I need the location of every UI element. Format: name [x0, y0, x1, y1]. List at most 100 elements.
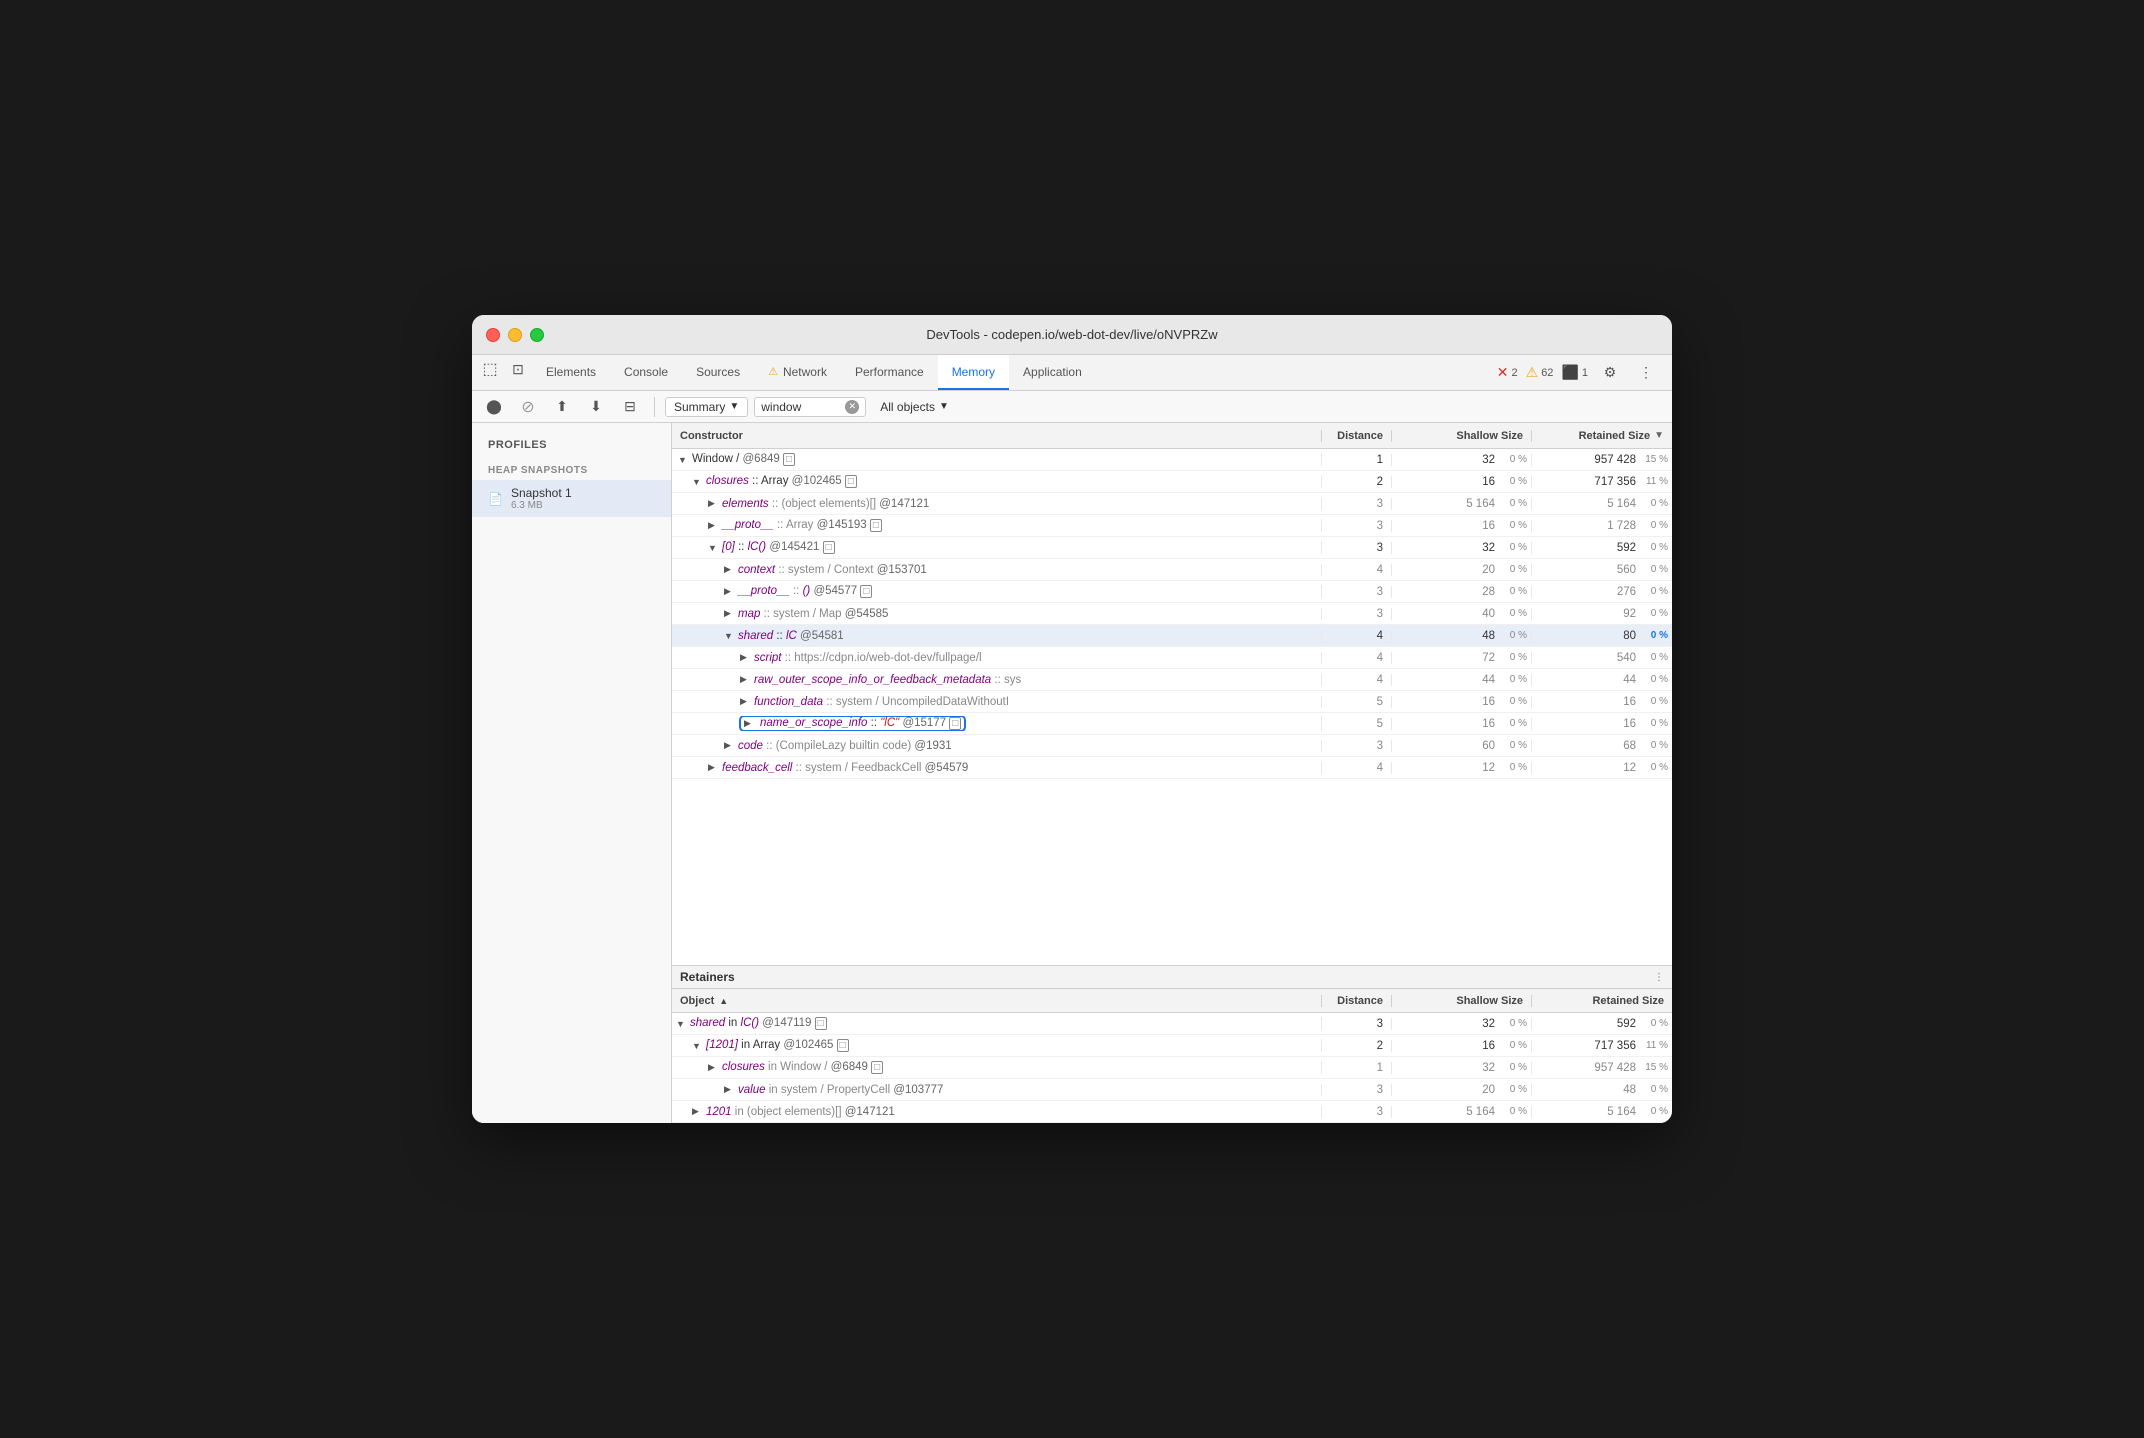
- record-button[interactable]: ⬤: [480, 393, 508, 421]
- tab-elements[interactable]: Elements: [532, 355, 610, 390]
- sidebar-item-snapshot1[interactable]: 📄 Snapshot 1 6.3 MB: [472, 480, 671, 517]
- table-row[interactable]: ▶ context :: system / Context @153701 4 …: [672, 559, 1672, 581]
- expand-icon[interactable]: ▼: [708, 543, 720, 553]
- table-row[interactable]: ▶ function_data :: system / UncompiledDa…: [672, 691, 1672, 713]
- cell-constructor: ▼ shared :: lC @54581: [672, 630, 1322, 642]
- main-content: Profiles HEAP SNAPSHOTS 📄 Snapshot 1 6.3…: [472, 423, 1672, 1123]
- cell-retained: 957 42815 %: [1532, 1062, 1672, 1074]
- cell-constructor: ▼ [0] :: lC() @145421 □: [672, 541, 1322, 554]
- expand-icon[interactable]: ▶: [740, 652, 752, 663]
- error-icon: ✕: [1497, 364, 1509, 381]
- table-row[interactable]: ▶ __proto__ :: () @54577 □ 3 280 % 2760 …: [672, 581, 1672, 603]
- table-row[interactable]: ▶ __proto__ :: Array @145193 □ 3 160 % 1…: [672, 515, 1672, 537]
- expand-icon[interactable]: ▶: [724, 564, 736, 575]
- cell-constructor: ▼ closures :: Array @102465 □: [672, 475, 1322, 488]
- table-row[interactable]: ▼ [1201] in Array @102465 □ 2 160 % 717 …: [672, 1035, 1672, 1057]
- sort-asc-icon: ▲: [719, 996, 728, 1006]
- expand-icon[interactable]: ▶: [708, 762, 720, 773]
- tab-memory[interactable]: Memory: [938, 355, 1009, 390]
- expand-icon[interactable]: ▶: [708, 1062, 720, 1073]
- table-row[interactable]: ▼ closures :: Array @102465 □ 2 160 % 71…: [672, 471, 1672, 493]
- settings-icon[interactable]: ⚙: [1596, 359, 1624, 387]
- ret-header-distance: Distance: [1322, 995, 1392, 1007]
- device-icon[interactable]: ⊡: [504, 355, 532, 383]
- table-row[interactable]: ▼ [0] :: lC() @145421 □ 3 320 % 5920 %: [672, 537, 1672, 559]
- cell-distance: 4: [1322, 652, 1392, 664]
- expand-icon[interactable]: ▶: [692, 1106, 704, 1117]
- main-table-header: Constructor Distance Shallow Size Retain…: [672, 423, 1672, 449]
- table-row-name-scope[interactable]: ▶ name_or_scope_info :: "lC" @15177 □ 5 …: [672, 713, 1672, 735]
- table-row[interactable]: ▶ code :: (CompileLazy builtin code) @19…: [672, 735, 1672, 757]
- cell-constructor: ▶ map :: system / Map @54585: [672, 608, 1322, 620]
- expand-icon[interactable]: ▼: [692, 477, 704, 487]
- table-row[interactable]: ▶ map :: system / Map @54585 3 400 % 920…: [672, 603, 1672, 625]
- expand-icon[interactable]: ▶: [708, 498, 720, 509]
- title-bar: DevTools - codepen.io/web-dot-dev/live/o…: [472, 315, 1672, 355]
- cell-shallow: 5 1640 %: [1392, 1106, 1532, 1118]
- snapshot-info: Snapshot 1 6.3 MB: [511, 486, 572, 511]
- expand-icon[interactable]: ▼: [724, 631, 736, 641]
- table-row[interactable]: ▶ raw_outer_scope_info_or_feedback_metad…: [672, 669, 1672, 691]
- cell-constructor: ▶ value in system / PropertyCell @103777: [672, 1084, 1322, 1096]
- sort-icon: ▼: [1654, 430, 1664, 441]
- warning-icon: ⚠: [1526, 364, 1539, 381]
- search-clear-button[interactable]: ✕: [845, 400, 859, 414]
- tab-network[interactable]: ⚠ Network: [754, 355, 841, 390]
- all-objects-dropdown[interactable]: All objects ▼: [872, 398, 957, 416]
- clear-button[interactable]: ⊟: [616, 393, 644, 421]
- table-row[interactable]: ▼ Window / @6849 □ 1 320 % 957 42815 %: [672, 449, 1672, 471]
- header-constructor: Constructor: [672, 430, 1322, 442]
- expand-icon[interactable]: ▼: [676, 1019, 688, 1029]
- download-button[interactable]: ⬇: [582, 393, 610, 421]
- close-button[interactable]: [486, 328, 500, 342]
- expand-icon[interactable]: ▶: [740, 696, 752, 707]
- header-shallow: Shallow Size: [1392, 430, 1532, 442]
- heap-snapshots-title: HEAP SNAPSHOTS: [472, 455, 671, 480]
- table-row[interactable]: ▶ value in system / PropertyCell @103777…: [672, 1079, 1672, 1101]
- tab-console[interactable]: Console: [610, 355, 682, 390]
- table-row[interactable]: ▶ script :: https://cdpn.io/web-dot-dev/…: [672, 647, 1672, 669]
- upload-button[interactable]: ⬆: [548, 393, 576, 421]
- table-row[interactable]: ▶ closures in Window / @6849 □ 1 320 % 9…: [672, 1057, 1672, 1079]
- retainers-section: Retainers ⋮ Object ▲ Distance Shallow Si…: [672, 965, 1672, 1123]
- cell-constructor: ▶ __proto__ :: () @54577 □: [672, 585, 1322, 598]
- expand-icon[interactable]: ▶: [724, 740, 736, 751]
- tab-application[interactable]: Application: [1009, 355, 1096, 390]
- cell-retained: 160 %: [1532, 696, 1672, 708]
- table-row-highlighted[interactable]: ▼ shared :: lC @54581 4 480 % 800 %: [672, 625, 1672, 647]
- devtools-window: DevTools - codepen.io/web-dot-dev/live/o…: [472, 315, 1672, 1123]
- expand-icon[interactable]: ▶: [724, 608, 736, 619]
- tab-performance[interactable]: Performance: [841, 355, 938, 390]
- search-box: ✕: [754, 397, 866, 417]
- minimize-button[interactable]: [508, 328, 522, 342]
- more-menu-icon[interactable]: ⋮: [1632, 359, 1660, 387]
- warning-badge: ⚠ 62: [1526, 364, 1554, 381]
- table-row[interactable]: ▶ elements :: (object elements)[] @14712…: [672, 493, 1672, 515]
- cell-constructor: ▼ [1201] in Array @102465 □: [672, 1039, 1322, 1052]
- tab-bar: ⬚ ⊡ Elements Console Sources ⚠ Network P…: [472, 355, 1672, 391]
- expand-icon[interactable]: ▶: [740, 674, 752, 685]
- snapshot-icon: 📄: [488, 492, 503, 506]
- tab-sources[interactable]: Sources: [682, 355, 754, 390]
- stop-button[interactable]: ⊘: [514, 393, 542, 421]
- table-row[interactable]: ▶ feedback_cell :: system / FeedbackCell…: [672, 757, 1672, 779]
- expand-icon[interactable]: ▼: [692, 1041, 704, 1051]
- expand-icon[interactable]: ▼: [678, 455, 690, 465]
- right-panel: Constructor Distance Shallow Size Retain…: [672, 423, 1672, 1123]
- cell-retained: 480 %: [1532, 1084, 1672, 1096]
- cell-constructor: ▶ __proto__ :: Array @145193 □: [672, 519, 1322, 532]
- summary-dropdown[interactable]: Summary ▼: [665, 397, 748, 417]
- table-row[interactable]: ▼ shared in lC() @147119 □ 3 320 % 5920 …: [672, 1013, 1672, 1035]
- expand-icon[interactable]: ▶: [724, 1084, 736, 1095]
- inspect-icon[interactable]: ⬚: [476, 355, 504, 383]
- expand-icon[interactable]: ▶: [744, 718, 756, 729]
- cell-constructor: ▶ context :: system / Context @153701: [672, 564, 1322, 576]
- cell-retained: 5920 %: [1532, 1018, 1672, 1030]
- maximize-button[interactable]: [530, 328, 544, 342]
- search-input[interactable]: [761, 400, 841, 414]
- expand-icon[interactable]: ▶: [708, 520, 720, 531]
- expand-icon[interactable]: ▶: [724, 586, 736, 597]
- main-table-body: ▼ Window / @6849 □ 1 320 % 957 42815 %: [672, 449, 1672, 965]
- error-badge: ✕ 2: [1497, 364, 1518, 381]
- table-row[interactable]: ▶ 1201 in (object elements)[] @147121 3 …: [672, 1101, 1672, 1123]
